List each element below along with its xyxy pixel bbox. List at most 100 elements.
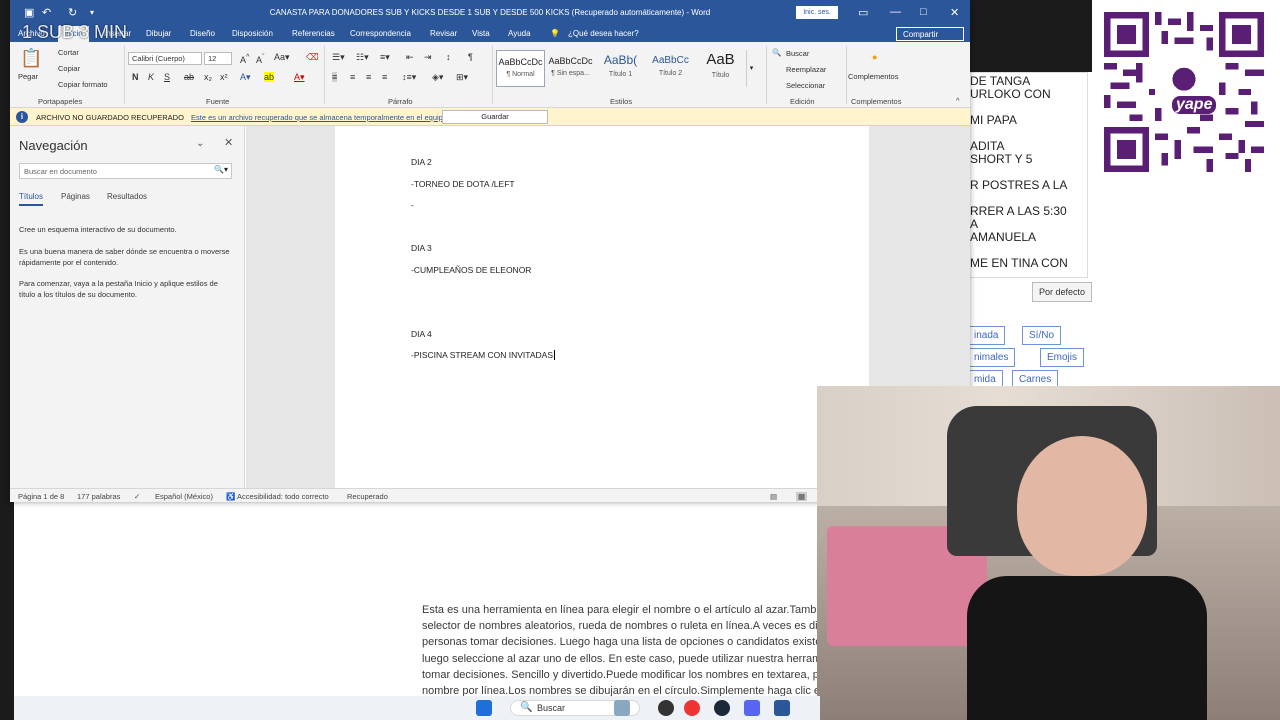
shading-icon[interactable]: ◈▾ (432, 72, 443, 83)
strikethrough-icon[interactable]: ab (184, 72, 194, 82)
tab-layout[interactable]: Disposición (232, 29, 273, 38)
accessibility-status[interactable]: Accesibilidad: todo correcto (237, 492, 329, 501)
animals-button[interactable]: nimales (968, 348, 1016, 367)
recovered-infobar: i ARCHIVO NO GUARDADO RECUPERADO Este es… (10, 108, 970, 126)
preset-button[interactable]: inada (968, 326, 1006, 345)
infobar-message-link[interactable]: Este es un archivo recuperado que se alm… (191, 113, 449, 122)
sign-in-button[interactable]: Inic. ses. (796, 6, 838, 19)
font-size-select[interactable]: 12 (204, 52, 232, 65)
tab-design[interactable]: Diseño (190, 29, 215, 38)
paste-label[interactable]: Pegar (18, 72, 38, 81)
default-button[interactable]: Por defecto (1032, 282, 1093, 302)
share-button[interactable]: Compartir (896, 27, 964, 41)
chevron-down-icon[interactable]: ⌄ (196, 138, 204, 149)
replace-button[interactable]: Reemplazar (786, 65, 826, 74)
style-heading-1[interactable]: AaBb( Título 1 (596, 50, 645, 87)
page-count[interactable]: Página 1 de 8 (18, 492, 64, 501)
cut-button[interactable]: Cortar (58, 48, 79, 57)
styles-gallery: AaBbCcDc ¶ Normal AaBbCcDc ¶ Sin espa...… (496, 50, 754, 90)
print-layout-icon[interactable]: ▦ (796, 492, 808, 501)
borders-icon[interactable]: ⊞▾ (456, 72, 468, 83)
bg-line: Esta es una herramienta en línea para el… (422, 604, 822, 616)
font-name-select[interactable]: Calibri (Cuerpo) (128, 52, 202, 65)
style-no-spacing[interactable]: AaBbCcDc ¶ Sin espa... (546, 50, 595, 87)
increase-indent-icon[interactable]: ⇥ (424, 52, 432, 63)
italic-icon[interactable]: K (148, 72, 154, 82)
minimize-icon[interactable]: — (890, 6, 901, 18)
yes-no-button[interactable]: Sí/No (1022, 326, 1062, 345)
widget-icon[interactable] (614, 700, 630, 716)
change-case-icon[interactable]: Aa▾ (274, 52, 290, 63)
nav-tab-pages[interactable]: Páginas (61, 192, 90, 201)
style-name: Título 2 (658, 70, 683, 77)
collapse-ribbon-icon[interactable]: ^ (956, 96, 960, 105)
ribbon-display-icon[interactable]: ▭ (858, 6, 868, 19)
tab-references[interactable]: Referencias (292, 29, 335, 38)
tab-mailings[interactable]: Correspondencia (350, 29, 411, 38)
discord-icon[interactable] (744, 700, 760, 716)
find-button[interactable]: Buscar (786, 49, 809, 58)
tab-draw[interactable]: Dibujar (146, 29, 171, 38)
word-count[interactable]: 177 palabras (77, 492, 120, 501)
background-description: Esta es una herramienta en línea para el… (422, 602, 822, 699)
decrease-indent-icon[interactable]: ⇤ (406, 52, 414, 63)
language[interactable]: Español (México) (155, 492, 213, 501)
tab-view[interactable]: Vista (472, 29, 490, 38)
paragraph-group-label: Párrafo (388, 97, 413, 106)
tab-review[interactable]: Revisar (430, 29, 457, 38)
names-textarea[interactable]: DE TANGA URLOKO CON MI PAPA ADITA SHORT … (970, 72, 1088, 278)
underline-icon[interactable]: S (164, 72, 170, 82)
opera-icon[interactable] (684, 700, 700, 716)
highlight-icon[interactable]: ab (264, 72, 275, 82)
nav-tab-headings[interactable]: Títulos (19, 192, 44, 206)
tab-help[interactable]: Ayuda (508, 29, 531, 38)
shrink-font-icon[interactable]: Aˇ (256, 52, 265, 65)
close-icon[interactable]: ✕ (950, 6, 959, 19)
accessibility-icon: ♿ (226, 492, 236, 501)
align-left-icon[interactable]: ≡ (332, 72, 338, 82)
word-icon[interactable] (774, 700, 790, 716)
name-line: URLOKO CON (970, 87, 1051, 101)
style-title[interactable]: AaB Título (696, 50, 745, 87)
search-icon[interactable]: 🔍▾ (214, 165, 228, 174)
numbering-icon[interactable]: ☷▾ (356, 52, 369, 63)
bullets-icon[interactable]: ☰▾ (332, 52, 345, 63)
clear-format-icon[interactable]: ⌫ (306, 52, 319, 63)
start-icon[interactable] (476, 700, 492, 716)
tell-me-search[interactable]: ¿Qué desea hacer? (568, 29, 639, 38)
text-effects-icon[interactable]: A▾ (240, 72, 251, 83)
show-marks-icon[interactable]: ¶ (468, 52, 473, 62)
bold-icon[interactable]: N (132, 72, 139, 82)
select-button[interactable]: Seleccionar (786, 81, 825, 90)
grow-font-icon[interactable]: A^ (240, 52, 250, 65)
style-normal[interactable]: AaBbCcDc ¶ Normal (496, 50, 545, 87)
steam-icon[interactable] (714, 700, 730, 716)
emojis-button[interactable]: Emojis (1040, 348, 1085, 367)
save-recovered-button[interactable]: Guardar (442, 110, 548, 124)
close-pane-icon[interactable]: ✕ (224, 136, 233, 149)
styles-more-icon[interactable]: ▾ (746, 50, 756, 87)
superscript-icon[interactable]: x² (220, 72, 228, 82)
sort-icon[interactable]: ↕ (446, 52, 451, 62)
align-center-icon[interactable]: ≡ (350, 72, 355, 82)
app-icon[interactable] (658, 700, 674, 716)
addins-button[interactable]: Complementos (848, 72, 898, 81)
subscript-icon[interactable]: x₂ (204, 72, 212, 82)
multilevel-list-icon[interactable]: ≡▾ (380, 52, 390, 63)
clipboard-group-label: Portapapeles (38, 97, 83, 106)
align-right-icon[interactable]: ≡ (366, 72, 371, 82)
font-color-icon[interactable]: A▾ (294, 72, 305, 83)
proofing-icon[interactable]: ✓ (134, 492, 140, 501)
style-heading-2[interactable]: AaBbCc Título 2 (646, 50, 695, 87)
maximize-icon[interactable]: □ (920, 6, 927, 18)
nav-search-input[interactable]: Buscar en documento (19, 163, 232, 179)
copy-button[interactable]: Copiar (58, 64, 80, 73)
line-spacing-icon[interactable]: ↕≡▾ (402, 72, 416, 83)
document-page[interactable]: DIA 2 -TORNEO DE DOTA /LEFT - DIA 3 -CUM… (335, 126, 869, 488)
copy-format-button[interactable]: Copiar formato (58, 80, 108, 89)
read-mode-icon[interactable]: ▤ (770, 492, 777, 501)
nav-tab-results[interactable]: Resultados (107, 192, 147, 201)
addins-icon[interactable]: ● (872, 52, 877, 62)
justify-icon[interactable]: ≡ (382, 72, 387, 82)
paste-icon[interactable]: 📋 (20, 48, 42, 69)
